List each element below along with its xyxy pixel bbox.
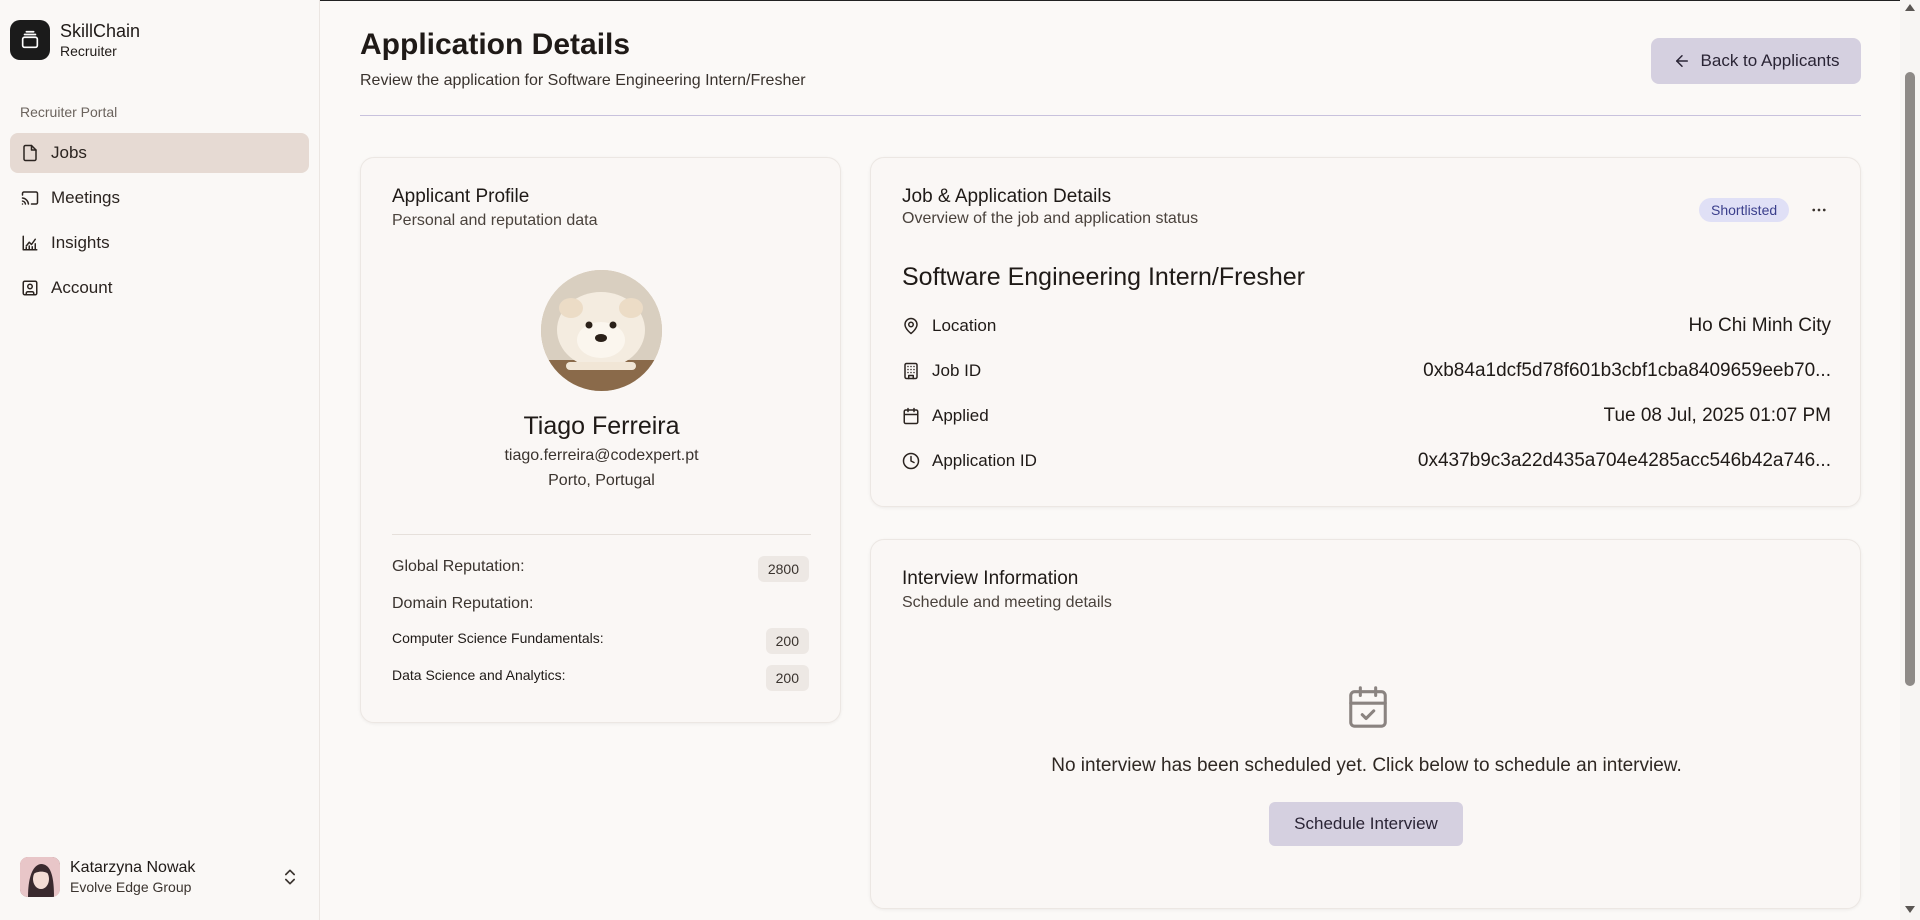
user-name: Katarzyna Nowak [70,859,196,876]
domain-badge: 200 [765,628,809,654]
detail-value: 0xb84a1dcf5d78f601b3cbf1cba8409659eeb70.… [1423,360,1831,381]
user-square-icon [22,280,38,296]
card-description: Schedule and meeting details [902,594,1112,611]
detail-value: Tue 08 Jul, 2025 01:07 PM [1603,405,1831,426]
detail-row-location: Location Ho Chi Minh City [902,312,1831,340]
sidebar-item-account[interactable]: Account [10,268,309,308]
header-divider [360,115,1861,116]
detail-label: Applied [932,406,989,425]
chevrons-up-down-icon [285,869,295,885]
status-badge: Shortlisted [1699,198,1790,222]
more-options-button[interactable] [1807,198,1831,222]
back-to-applicants-button[interactable]: Back to Applicants [1651,38,1861,84]
interview-card: Interview Information Schedule and meeti… [870,539,1861,909]
sidebar-nav: Jobs Meetings Insights Account [10,133,309,313]
clock-icon [902,452,920,470]
sidebar-item-jobs[interactable]: Jobs [10,133,309,173]
scrollbar[interactable] [1900,0,1920,920]
detail-value: 0x437b9c3a22d435a704e4285acc546b42a746..… [1417,450,1831,471]
applicant-profile-card: Applicant Profile Personal and reputatio… [360,157,841,723]
building-icon [904,362,918,380]
detail-label: Location [932,316,997,335]
page-title: Application Details [360,28,631,61]
job-title: Software Engineering Intern/Fresher [902,263,1305,291]
sidebar-item-label: Account [51,278,113,297]
scroll-thumb[interactable] [1905,72,1915,686]
main-content: Application Details Review the applicati… [320,0,1900,920]
user-org: Evolve Edge Group [70,879,192,895]
detail-row-application-id: Application ID 0x437b9c3a22d435a704e4285… [902,447,1831,475]
page-subtitle: Review the application for Software Engi… [360,72,806,89]
schedule-interview-button[interactable]: Schedule Interview [1269,802,1463,846]
brand[interactable]: SkillChain Recruiter [10,20,140,60]
domain-reputation-label: Domain Reputation: [392,595,534,612]
sidebar: SkillChain Recruiter Recruiter Portal Jo… [0,0,320,920]
job-details-card: Job & Application Details Overview of th… [870,157,1861,507]
more-horizontal-icon [1812,208,1826,212]
applicant-avatar [541,270,662,391]
file-icon [23,144,37,162]
card-description: Overview of the job and application stat… [902,210,1199,227]
card-title: Applicant Profile [392,186,530,207]
detail-label: Application ID [932,451,1037,470]
sidebar-item-label: Jobs [51,143,87,162]
applicant-email: tiago.ferreira@codexpert.pt [504,447,699,464]
profile-divider [392,534,811,535]
brand-name: SkillChain [60,21,141,41]
portal-label: Recruiter Portal [20,104,118,120]
chart-icon [22,235,38,251]
detail-row-applied: Applied Tue 08 Jul, 2025 01:07 PM [902,402,1831,430]
arrow-left-icon [1675,55,1688,67]
applicant-name: Tiago Ferreira [523,412,680,440]
detail-label: Job ID [932,361,982,380]
stack-icon [10,20,50,60]
detail-value: Ho Chi Minh City [1688,315,1831,336]
sidebar-item-label: Insights [51,233,110,252]
sidebar-item-insights[interactable]: Insights [10,223,309,263]
user-menu[interactable]: Katarzyna Nowak Evolve Edge Group [20,857,300,897]
calendar-check-icon [1349,686,1387,728]
detail-row-job-id: Job ID 0xb84a1dcf5d78f601b3cbf1cba840965… [902,357,1831,385]
calendar-icon [903,407,919,425]
domain-badge: 200 [765,665,809,691]
sidebar-item-meetings[interactable]: Meetings [10,178,309,218]
card-title: Job & Application Details [902,186,1112,207]
scroll-up-arrow[interactable] [1905,4,1915,11]
brand-sub: Recruiter [60,43,117,59]
card-description: Personal and reputation data [392,212,598,229]
top-border [320,0,1900,1]
global-reputation-label: Global Reputation: [392,558,525,575]
cast-icon [21,191,39,205]
card-title: Interview Information [902,568,1079,589]
scroll-down-arrow[interactable] [1905,906,1915,913]
sidebar-item-label: Meetings [51,188,120,207]
applicant-location: Porto, Portugal [548,472,655,489]
global-reputation-badge: 2800 [757,556,809,582]
domain-label: Data Science and Analytics: [392,667,566,683]
empty-state-text: No interview has been scheduled yet. Cli… [1051,755,1682,776]
back-button-label: Back to Applicants [1700,51,1840,70]
avatar [20,857,60,897]
domain-label: Computer Science Fundamentals: [392,630,604,646]
map-pin-icon [904,317,918,335]
